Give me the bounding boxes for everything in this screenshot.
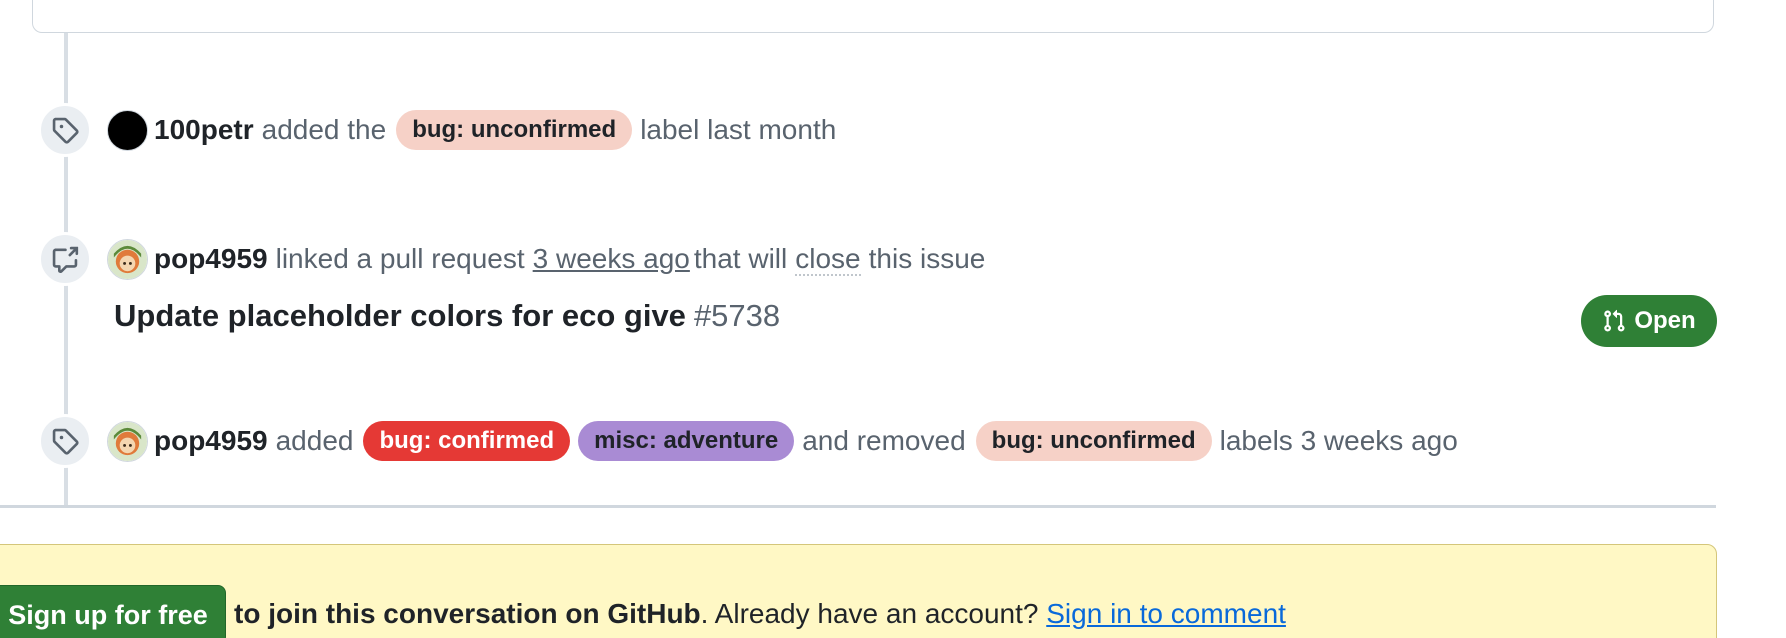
- avatar[interactable]: [107, 420, 148, 462]
- author-link[interactable]: pop4959: [154, 243, 268, 275]
- event-text: linked a pull request: [275, 243, 525, 274]
- pr-state-label: Open: [1634, 307, 1696, 334]
- join-text: to join this conversation on GitHub: [234, 598, 701, 629]
- event-text: added the: [261, 114, 387, 145]
- timeline-event-pr-linked: pop4959 linked a pull request 3 weeks ag…: [38, 232, 986, 286]
- tag-icon: [38, 103, 92, 157]
- event-text: and removed: [802, 425, 966, 456]
- account-text: . Already have an account?: [700, 598, 1039, 629]
- pr-number: #5738: [693, 298, 781, 333]
- timeline-event-labels-changed: pop4959 added bug: confirmed misc: adven…: [38, 414, 1458, 468]
- avatar[interactable]: [107, 238, 148, 280]
- sign-up-button[interactable]: Sign up for free: [0, 585, 226, 638]
- event-text: this issue: [868, 243, 986, 274]
- close-keyword: close: [795, 243, 861, 276]
- timeline-event-label-added: 100petr added the bug: unconfirmed label…: [38, 103, 837, 157]
- timeline-divider: [0, 505, 1716, 508]
- linked-pr-title[interactable]: Update placeholder colors for eco give #5…: [114, 298, 780, 334]
- cross-reference-icon: [38, 232, 92, 286]
- timestamp-link[interactable]: 3 weeks ago: [533, 243, 690, 275]
- avatar[interactable]: [107, 109, 148, 151]
- author-link[interactable]: 100petr: [154, 114, 254, 146]
- label-misc-adventure[interactable]: misc: adventure: [578, 421, 795, 461]
- pull-request-icon: [1604, 309, 1625, 332]
- pr-state-open-badge: Open: [1581, 295, 1717, 347]
- label-bug-unconfirmed[interactable]: bug: unconfirmed: [396, 110, 633, 150]
- signup-prompt: to join this conversation on GitHub. Alr…: [234, 598, 1286, 630]
- event-text: labels 3 weeks ago: [1219, 425, 1458, 456]
- label-bug-confirmed[interactable]: bug: confirmed: [363, 421, 571, 461]
- previous-comment-box: [32, 0, 1714, 33]
- sign-in-link[interactable]: Sign in to comment: [1046, 598, 1286, 629]
- label-bug-unconfirmed[interactable]: bug: unconfirmed: [975, 421, 1212, 461]
- author-link[interactable]: pop4959: [154, 425, 268, 457]
- event-text: that will: [693, 243, 788, 274]
- event-text: added: [275, 425, 354, 456]
- event-text: label last month: [640, 114, 837, 145]
- tag-icon: [38, 414, 92, 468]
- pr-title-text[interactable]: Update placeholder colors for eco give: [114, 298, 686, 333]
